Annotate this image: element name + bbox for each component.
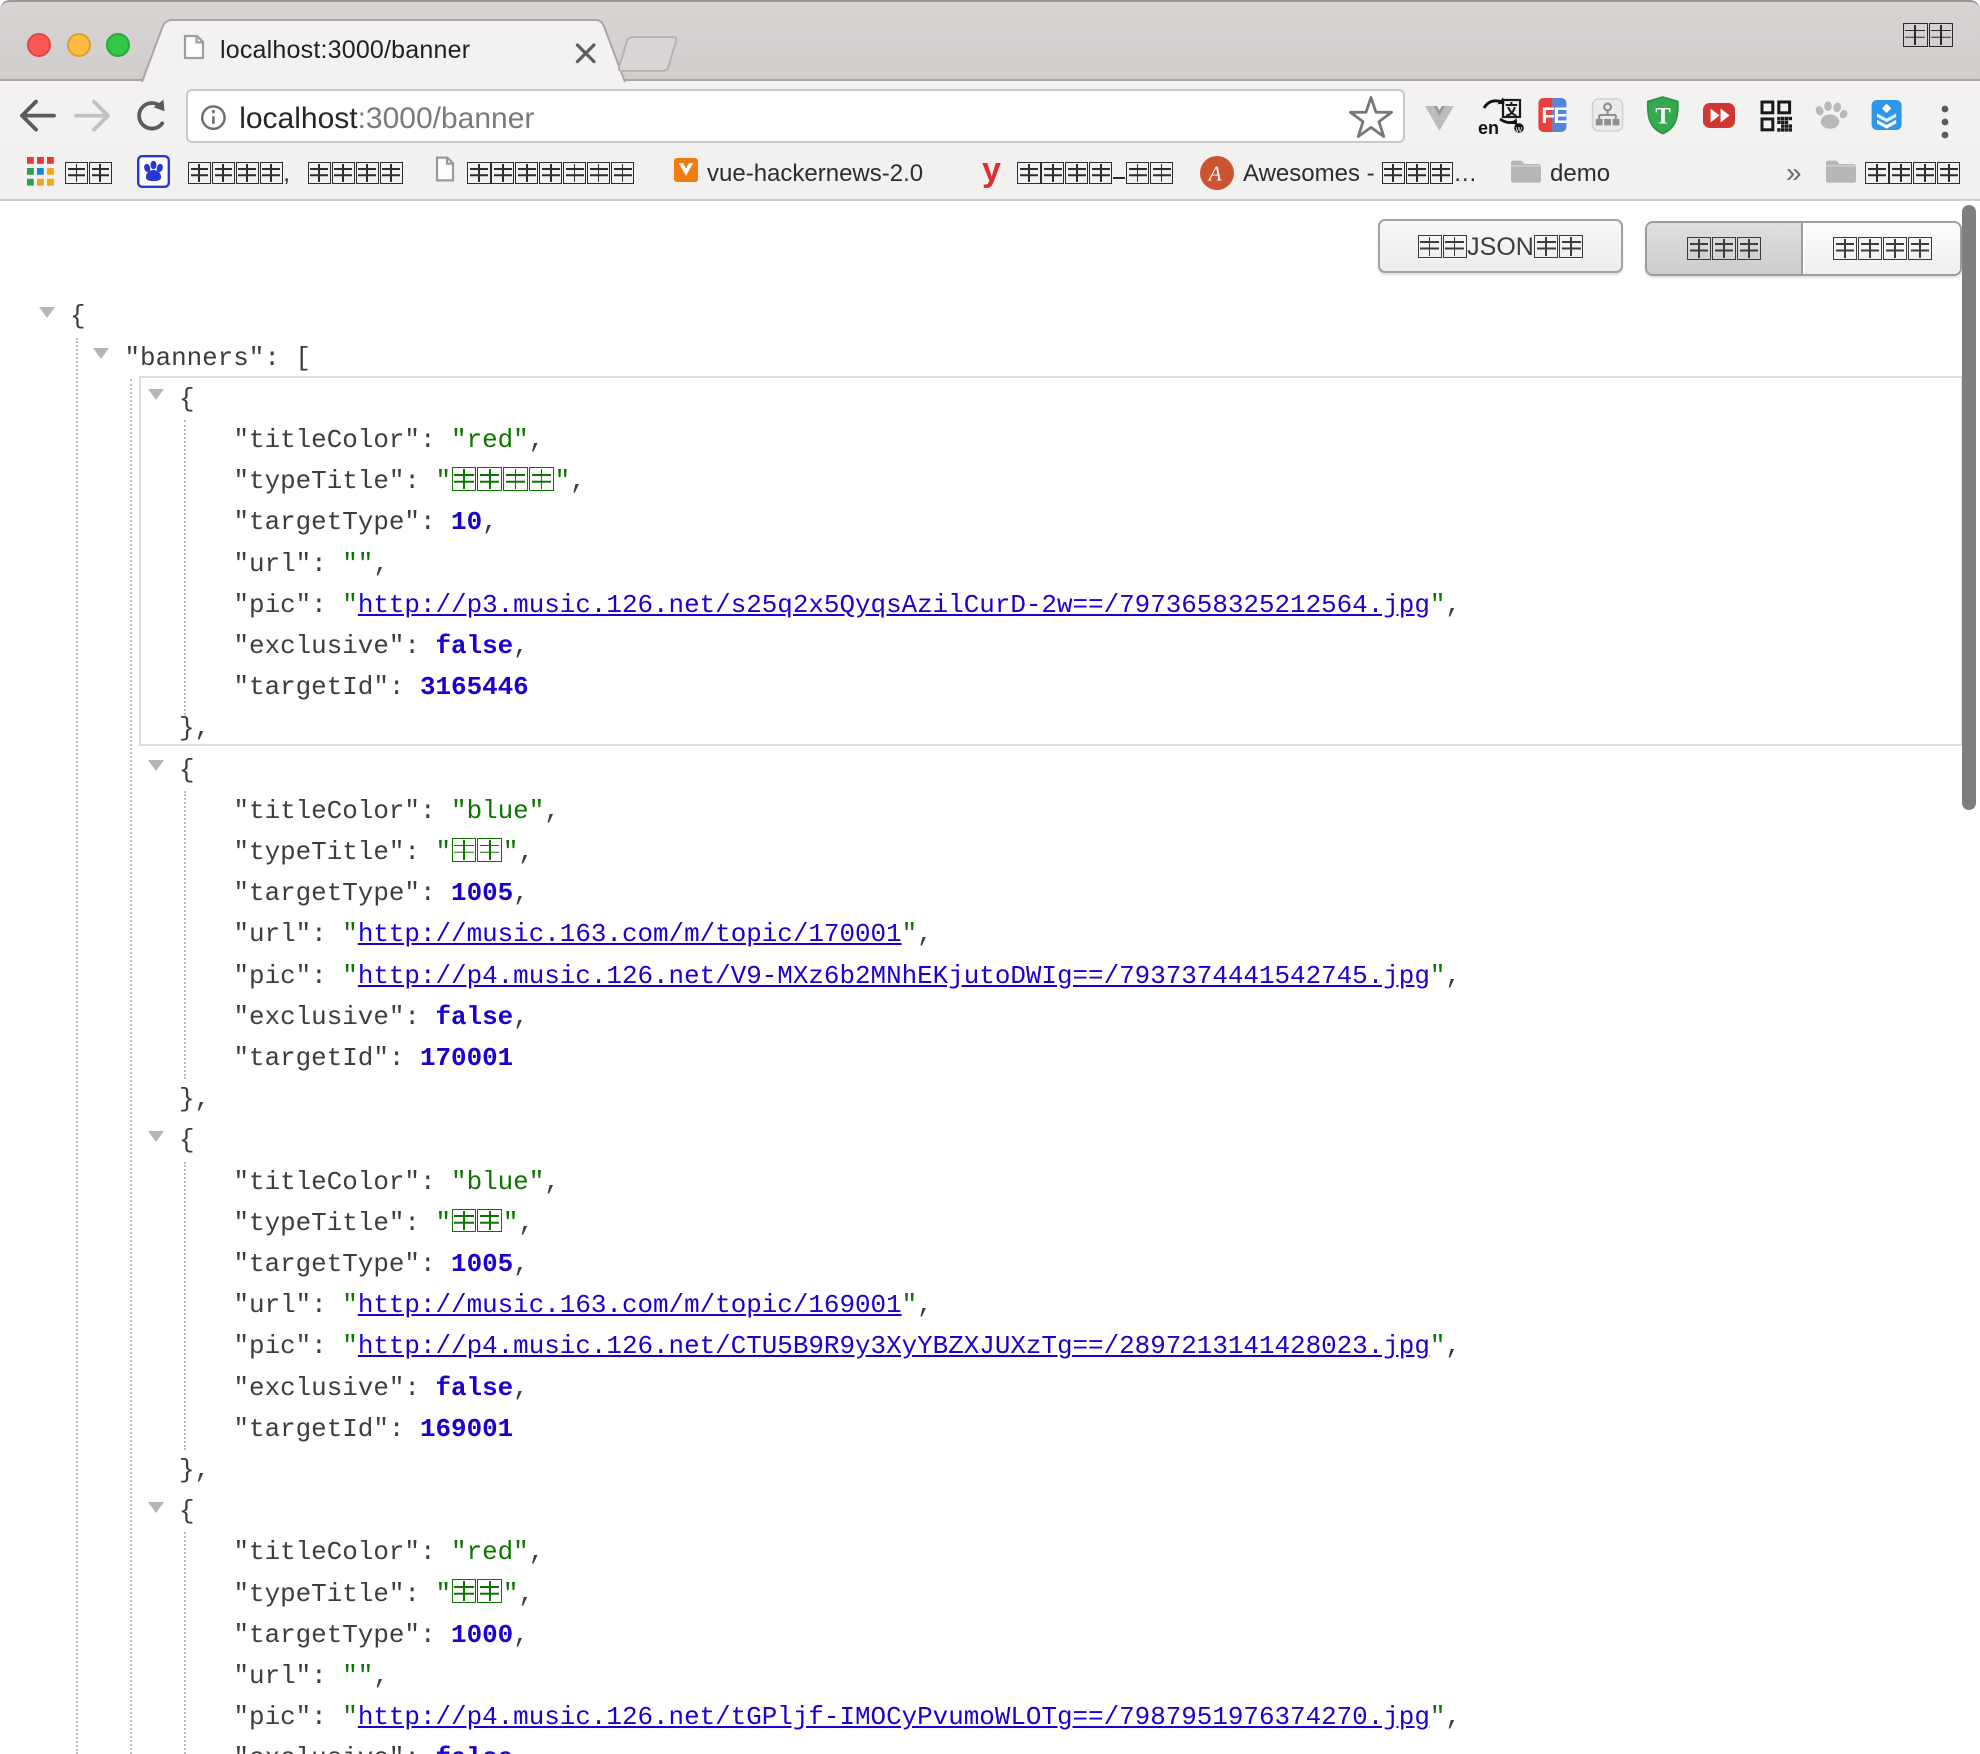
svg-text:A: A [1207,162,1222,186]
svg-text:w: w [1515,124,1523,134]
svg-text:T: T [1655,104,1670,129]
svg-text:en: en [1478,118,1499,138]
svg-text:E: E [1553,103,1568,128]
